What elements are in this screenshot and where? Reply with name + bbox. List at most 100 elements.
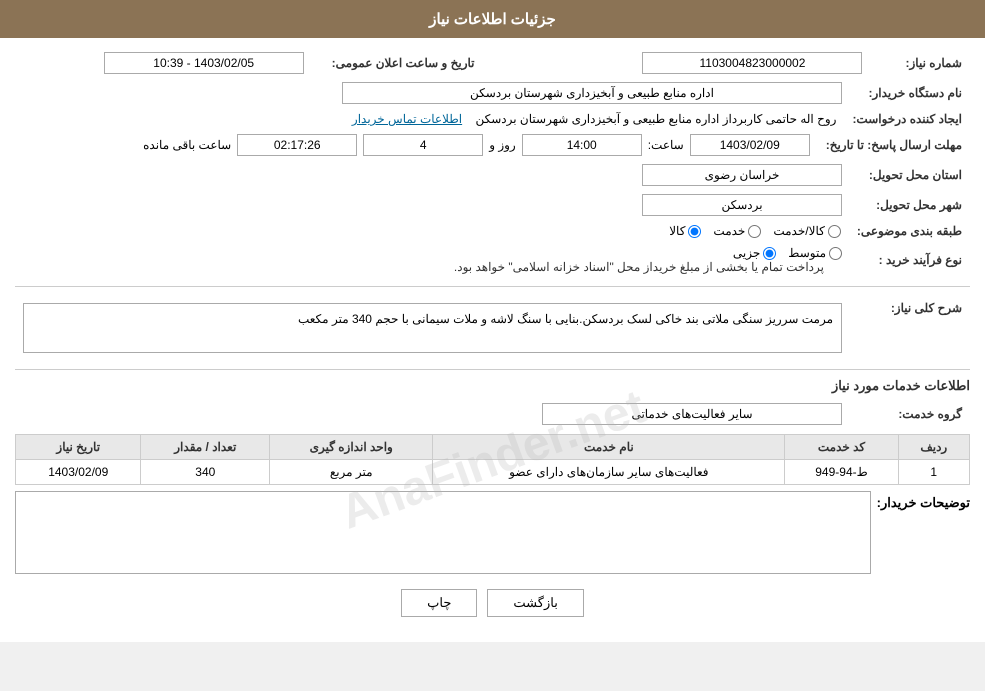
info-table-purchase-type: نوع فرآیند خرید : متوسط جزیی پرداخت	[15, 242, 970, 278]
info-table-buyer: نام دستگاه خریدار: اداره منابع طبیعی و آ…	[15, 78, 970, 108]
cell-name: فعالیت‌های سایر سازمان‌های دارای عضو	[433, 460, 785, 485]
row-city: شهر محل تحویل: بردسکن	[15, 190, 970, 220]
days-label: روز و	[489, 138, 516, 152]
date-box: 1403/02/05 - 10:39	[104, 52, 304, 74]
table-header-row: ردیف کد خدمت نام خدمت واحد اندازه گیری ت…	[16, 435, 970, 460]
page-header: جزئیات اطلاعات نیاز	[0, 0, 985, 38]
col-quantity: تعداد / مقدار	[141, 435, 270, 460]
province-label: استان محل تحویل:	[850, 160, 970, 190]
radio-kala[interactable]: کالا	[669, 224, 701, 238]
services-title: اطلاعات خدمات مورد نیاز	[15, 378, 970, 394]
creator-value: روح اله حاتمی کاربرداز اداره منابع طبیعی…	[15, 108, 844, 130]
info-table-top: شماره نیاز: 1103004823000002 تاریخ و ساع…	[15, 48, 970, 78]
deadline-date-box: 1403/02/09	[690, 134, 810, 156]
city-box: بردسکن	[642, 194, 842, 216]
category-value: کالا/خدمت خدمت کالا	[15, 220, 849, 242]
footer-buttons: بازگشت چاپ	[15, 574, 970, 632]
row-creator: ایجاد کننده درخواست: روح اله حاتمی کاربر…	[15, 108, 970, 130]
info-table-description: شرح کلی نیاز: مرمت سرریز سنگی ملاتی بند …	[15, 295, 970, 361]
main-content: شماره نیاز: 1103004823000002 تاریخ و ساع…	[0, 38, 985, 642]
info-table-deadline: مهلت ارسال پاسخ: تا تاریخ: 1403/02/09 سا…	[15, 130, 970, 160]
cell-unit: متر مربع	[270, 460, 433, 485]
creator-text: روح اله حاتمی کاربرداز اداره منابع طبیعی…	[475, 112, 836, 126]
category-radio-group: کالا/خدمت خدمت کالا	[23, 224, 841, 238]
deadline-days-box: 4	[363, 134, 483, 156]
radio-khedmat-input[interactable]	[748, 225, 761, 238]
services-table-head: ردیف کد خدمت نام خدمت واحد اندازه گیری ت…	[16, 435, 970, 460]
page-title: جزئیات اطلاعات نیاز	[429, 11, 556, 28]
date-label: تاریخ و ساعت اعلان عمومی:	[312, 48, 547, 78]
col-row: ردیف	[898, 435, 969, 460]
buyer-notes-wrapper: توضیحات خریدار:	[15, 491, 970, 574]
category-label: طبقه بندی موضوعی:	[849, 220, 970, 242]
page-wrapper: جزئیات اطلاعات نیاز شماره نیاز: 11030048…	[0, 0, 985, 642]
info-table-creator: ایجاد کننده درخواست: روح اله حاتمی کاربر…	[15, 108, 970, 130]
info-table-province: استان محل تحویل: خراسان رضوی شهر محل تحو…	[15, 160, 970, 220]
creator-label: ایجاد کننده درخواست:	[844, 108, 970, 130]
row-description: شرح کلی نیاز: مرمت سرریز سنگی ملاتی بند …	[15, 295, 970, 361]
radio-kala-khedmat[interactable]: کالا/خدمت	[773, 224, 840, 238]
col-code: کد خدمت	[785, 435, 898, 460]
deadline-remaining-box: 02:17:26	[237, 134, 357, 156]
request-number-box: 1103004823000002	[642, 52, 862, 74]
back-button[interactable]: بازگشت	[487, 589, 583, 617]
divider-2	[15, 369, 970, 370]
radio-kala-khedmat-input[interactable]	[828, 225, 841, 238]
cell-code: ط-94-949	[785, 460, 898, 485]
request-number-label: شماره نیاز:	[870, 48, 970, 78]
cell-row: 1	[898, 460, 969, 485]
buyer-org-label: نام دستگاه خریدار:	[850, 78, 970, 108]
radio-khedmat-label: خدمت	[713, 224, 745, 238]
purchase-type-value: متوسط جزیی پرداخت تمام یا بخشی از مبلغ خ…	[15, 242, 850, 278]
province-box: خراسان رضوی	[642, 164, 842, 186]
description-label: شرح کلی نیاز:	[850, 295, 970, 361]
cell-quantity: 340	[141, 460, 270, 485]
deadline-label: مهلت ارسال پاسخ: تا تاریخ:	[818, 130, 970, 160]
row-category: طبقه بندی موضوعی: کالا/خدمت خدمت	[15, 220, 970, 242]
info-table-service-group: گروه خدمت: سایر فعالیت‌های خدماتی	[15, 399, 970, 429]
request-number-value: 1103004823000002	[546, 48, 870, 78]
service-group-label: گروه خدمت:	[850, 399, 970, 429]
purchase-type-label: نوع فرآیند خرید :	[850, 242, 970, 278]
remaining-label: ساعت باقی مانده	[143, 138, 231, 152]
row-deadline: مهلت ارسال پاسخ: تا تاریخ: 1403/02/09 سا…	[15, 130, 970, 160]
description-box: مرمت سرریز سنگی ملاتی بند خاکی لسک بردسک…	[23, 303, 842, 353]
row-request-number: شماره نیاز: 1103004823000002 تاریخ و ساع…	[15, 48, 970, 78]
province-value: خراسان رضوی	[15, 160, 850, 190]
description-text: مرمت سرریز سنگی ملاتی بند خاکی لسک بردسک…	[298, 312, 833, 326]
col-unit: واحد اندازه گیری	[270, 435, 433, 460]
deadline-value: 1403/02/09 ساعت: 14:00 روز و 4 02:17:26 …	[15, 130, 818, 160]
info-table-category: طبقه بندی موضوعی: کالا/خدمت خدمت	[15, 220, 970, 242]
city-value: بردسکن	[15, 190, 850, 220]
col-date: تاریخ نیاز	[16, 435, 141, 460]
cell-date: 1403/02/09	[16, 460, 141, 485]
services-table-body: 1 ط-94-949 فعالیت‌های سایر سازمان‌های دا…	[16, 460, 970, 485]
creator-link[interactable]: اطلاعات تماس خریدار	[352, 112, 462, 126]
radio-kala-input[interactable]	[688, 225, 701, 238]
service-group-value: سایر فعالیت‌های خدماتی	[15, 399, 850, 429]
services-table: ردیف کد خدمت نام خدمت واحد اندازه گیری ت…	[15, 434, 970, 485]
radio-kala-khedmat-label: کالا/خدمت	[773, 224, 824, 238]
table-area: ردیف کد خدمت نام خدمت واحد اندازه گیری ت…	[15, 434, 970, 485]
time-label: ساعت:	[648, 138, 684, 152]
date-value: 1403/02/05 - 10:39	[15, 48, 312, 78]
buyer-notes-label: توضیحات خریدار:	[877, 491, 970, 511]
radio-khedmat[interactable]: خدمت	[713, 224, 761, 238]
buyer-org-box: اداره منابع طبیعی و آبخیزداری شهرستان بر…	[342, 82, 842, 104]
description-value: مرمت سرریز سنگی ملاتی بند خاکی لسک بردسک…	[15, 295, 850, 361]
row-province: استان محل تحویل: خراسان رضوی	[15, 160, 970, 190]
deadline-time-box: 14:00	[522, 134, 642, 156]
table-row: 1 ط-94-949 فعالیت‌های سایر سازمان‌های دا…	[16, 460, 970, 485]
purchase-note: پرداخت تمام یا بخشی از مبلغ خریداز محل "…	[446, 256, 832, 278]
row-buyer-org: نام دستگاه خریدار: اداره منابع طبیعی و آ…	[15, 78, 970, 108]
print-button[interactable]: چاپ	[401, 589, 477, 617]
divider-1	[15, 286, 970, 287]
radio-kala-label: کالا	[669, 224, 685, 238]
buyer-org-value: اداره منابع طبیعی و آبخیزداری شهرستان بر…	[15, 78, 850, 108]
row-purchase-type: نوع فرآیند خرید : متوسط جزیی پرداخت	[15, 242, 970, 278]
city-label: شهر محل تحویل:	[850, 190, 970, 220]
service-group-box: سایر فعالیت‌های خدماتی	[542, 403, 842, 425]
buyer-notes-textarea[interactable]	[30, 496, 866, 566]
row-service-group: گروه خدمت: سایر فعالیت‌های خدماتی	[15, 399, 970, 429]
buyer-notes-box	[15, 491, 871, 574]
